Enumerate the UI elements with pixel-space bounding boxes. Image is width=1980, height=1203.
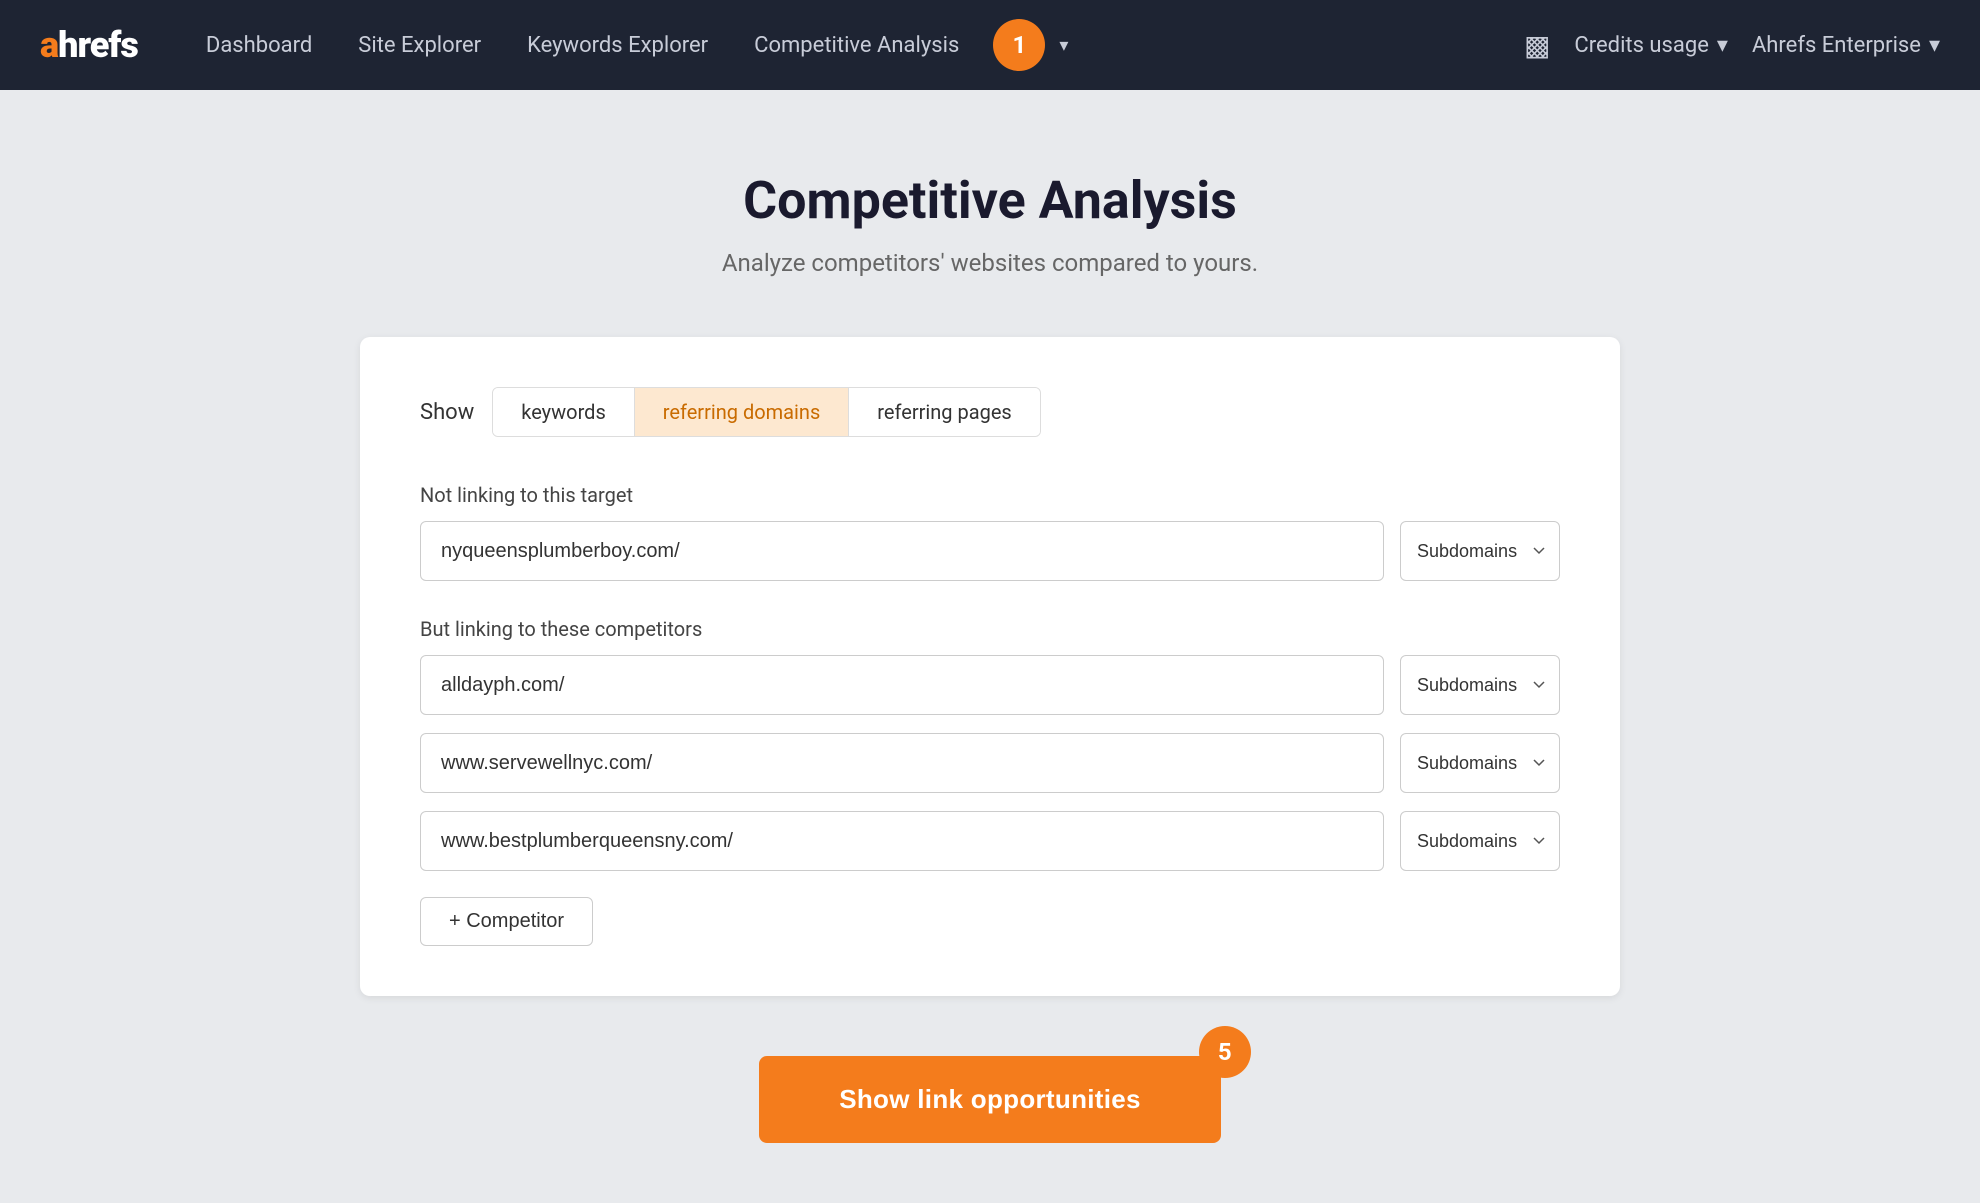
enterprise-label: Ahrefs Enterprise <box>1752 33 1921 58</box>
credits-usage-button[interactable]: Credits usage ▾ <box>1574 33 1728 58</box>
competitor-row-1: Subdomains Exact URL Domain Subfolders <box>420 655 1560 715</box>
tab-referring-domains[interactable]: referring domains <box>635 388 850 436</box>
target-section-label: Not linking to this target <box>420 483 1560 507</box>
navbar-links: Dashboard Site Explorer Keywords Explore… <box>188 19 1524 71</box>
competitor-input-1[interactable] <box>420 655 1384 715</box>
navbar: a hrefs Dashboard Site Explorer Keywords… <box>0 0 1980 90</box>
credits-chevron: ▾ <box>1717 33 1728 58</box>
competitors-section-label: But linking to these competitors <box>420 617 1560 641</box>
competitor-mode-select-3[interactable]: Subdomains Exact URL Domain Subfolders <box>1400 811 1560 871</box>
competitor-row-3: Subdomains Exact URL Domain Subfolders <box>420 811 1560 871</box>
nav-keywords-explorer[interactable]: Keywords Explorer <box>509 25 726 66</box>
logo-a: a <box>40 24 58 66</box>
page-title: Competitive Analysis <box>743 170 1237 231</box>
show-row: Show keywords referring domains referrin… <box>420 387 1560 437</box>
nav-badge-1[interactable]: 1 <box>993 19 1045 71</box>
credits-label: Credits usage <box>1574 33 1708 58</box>
target-url-input[interactable] <box>420 521 1384 581</box>
add-competitor-button[interactable]: + Competitor <box>420 897 593 946</box>
show-link-opportunities-button[interactable]: Show link opportunities <box>759 1056 1221 1143</box>
competitor-input-3[interactable] <box>420 811 1384 871</box>
tab-referring-pages[interactable]: referring pages <box>849 388 1039 436</box>
cta-badge-5: 5 <box>1199 1026 1251 1078</box>
logo-hrefs: hrefs <box>58 24 138 66</box>
logo[interactable]: a hrefs <box>40 24 138 66</box>
main-content: Competitive Analysis Analyze competitors… <box>0 90 1980 1203</box>
competitors-section: But linking to these competitors Subdoma… <box>420 617 1560 946</box>
competitor-row-2: Subdomains Exact URL Domain Subfolders <box>420 733 1560 793</box>
cta-container: Show link opportunities 5 <box>759 1056 1221 1143</box>
show-label: Show <box>420 400 474 425</box>
monitor-icon[interactable]: ▩ <box>1524 29 1550 62</box>
tab-group: keywords referring domains referring pag… <box>492 387 1040 437</box>
target-mode-select[interactable]: Subdomains Exact URL Domain Subfolders <box>1400 521 1560 581</box>
cta-wrapper: Show link opportunities 5 <box>759 1056 1221 1143</box>
navbar-right: ▩ Credits usage ▾ Ahrefs Enterprise ▾ <box>1524 29 1940 62</box>
target-section: Not linking to this target Subdomains Ex… <box>420 483 1560 581</box>
tab-keywords[interactable]: keywords <box>493 388 635 436</box>
nav-dashboard[interactable]: Dashboard <box>188 25 330 66</box>
target-input-row: Subdomains Exact URL Domain Subfolders <box>420 521 1560 581</box>
nav-more-chevron[interactable]: ▾ <box>1059 35 1068 56</box>
page-subtitle: Analyze competitors' websites compared t… <box>722 249 1258 277</box>
competitor-mode-select-2[interactable]: Subdomains Exact URL Domain Subfolders <box>1400 733 1560 793</box>
enterprise-button[interactable]: Ahrefs Enterprise ▾ <box>1752 33 1940 58</box>
enterprise-chevron: ▾ <box>1929 33 1940 58</box>
competitor-mode-select-1[interactable]: Subdomains Exact URL Domain Subfolders <box>1400 655 1560 715</box>
competitor-input-2[interactable] <box>420 733 1384 793</box>
nav-competitive-analysis[interactable]: Competitive Analysis <box>736 25 977 66</box>
analysis-card: Show keywords referring domains referrin… <box>360 337 1620 996</box>
nav-site-explorer[interactable]: Site Explorer <box>340 25 499 66</box>
